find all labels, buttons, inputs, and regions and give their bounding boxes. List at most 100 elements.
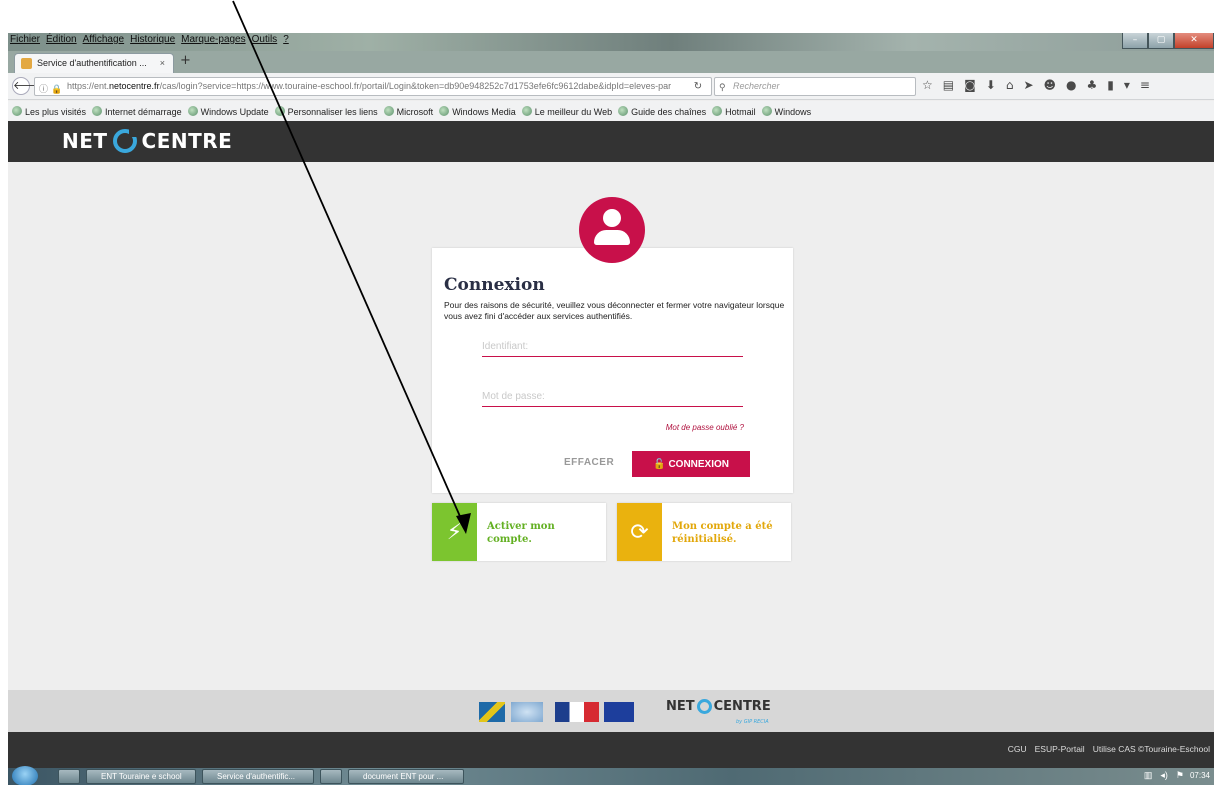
bookmark-globe-icon [521,105,532,116]
european-union-logo [604,702,634,722]
bookmark-star-icon[interactable]: ☆ [922,78,933,92]
bookmark-item[interactable]: Windows [761,105,811,117]
download-icon[interactable]: ⬇ [986,78,996,92]
screenshot: Fichier Édition Affichage Historique Mar… [8,33,1214,785]
new-tab-button[interactable]: + [180,53,191,68]
bookmarks-bar: Les plus visités Internet démarrage Wind… [8,101,1214,121]
url-bar[interactable]: ⓘ 🔒 https://ent.netocentre.fr/cas/login?… [34,77,712,96]
clear-button[interactable]: EFFACER [564,457,614,468]
tray-network-icon[interactable]: ▥ [1144,770,1153,781]
bookmark-item[interactable]: Le meilleur du Web [521,105,612,117]
home-icon[interactable]: ⌂ [1006,78,1014,92]
login-button[interactable]: 🔓 CONNEXION [632,451,750,477]
footer-link-cas[interactable]: Utilise CAS ©Touraine-Eschool [1093,744,1210,754]
taskbar-item[interactable]: ENT Touraine e school [86,769,196,784]
bookmark-globe-icon [383,105,394,116]
logo-power-icon [112,129,137,153]
taskbar-item[interactable]: Service d'authentific... [202,769,314,784]
extension-icon[interactable]: ♣ [1087,78,1098,92]
reading-list-icon[interactable]: ▤ [943,78,954,92]
tab-strip: Service d'authentification ... × + [8,51,1214,73]
password-input[interactable] [482,387,743,407]
search-icon: ⚲ [719,82,726,92]
partners-footer: NET CENTRE by GIP RECIA [8,690,1214,732]
window-titlebar: Fichier Édition Affichage Historique Mar… [8,33,1214,51]
tray-volume-icon[interactable]: ◂) [1160,770,1168,781]
region-centre-logo [479,702,505,722]
back-button[interactable]: 🡐 [12,77,43,95]
menu-fichier[interactable]: Fichier [10,34,40,45]
bookmark-item[interactable]: Windows Update [187,105,269,117]
site-header: NET CENTRE [8,121,1214,162]
bottom-footer: CGU ESUP-Portail Utilise CAS ©Touraine-E… [8,732,1214,768]
menu-marque-pages[interactable]: Marque-pages [181,34,245,45]
hamburger-menu-icon[interactable]: ≡ [1140,78,1150,92]
pocket-icon[interactable]: ◙ [964,78,976,92]
bookmark-item[interactable]: Guide des chaînes [618,105,706,117]
activate-account-label: Activer mon compte. [487,521,555,545]
login-button-label: CONNEXION [668,458,729,470]
lock-icon: 🔓 [652,458,666,470]
close-window-button[interactable]: ✕ [1174,33,1214,49]
send-icon[interactable]: ➤ [1023,78,1033,92]
start-button-icon[interactable] [12,766,38,785]
url-domain: netocentre.fr [109,81,160,91]
taskbar-ie-icon[interactable] [58,769,80,784]
bookmark-item[interactable]: Microsoft [383,105,433,117]
tab-close-icon[interactable]: × [160,54,165,72]
account-reset-button[interactable]: ⟳ Mon compte a été réinitialisé. [617,503,791,561]
refresh-icon: ⟳ [617,503,662,561]
forgot-password-link[interactable]: Mot de passe oublié ? [666,423,744,432]
menu-outils[interactable]: Outils [252,34,278,45]
bookmark-item[interactable]: Les plus visités [12,105,86,117]
reload-icon[interactable]: ↻ [688,77,708,96]
dropdown-icon[interactable]: ▾ [1124,78,1130,92]
info-icon[interactable]: ⓘ [39,81,48,95]
url-path: /cas/login?service=https://www.touraine-… [159,81,672,91]
activate-account-button[interactable]: ⚡ Activer mon compte. [432,503,606,561]
menu-edition[interactable]: Édition [46,34,77,45]
menu-historique[interactable]: Historique [130,34,175,45]
page-content: Connexion Pour des raisons de sécurité, … [8,162,1214,690]
taskbar-clock: 07:34 [1189,771,1210,780]
bookmark-item[interactable]: Personnaliser les liens [274,105,378,117]
netocentre-logo[interactable]: NET CENTRE [62,129,232,153]
avatar-head [603,209,621,227]
search-box[interactable]: ⚲ Rechercher [714,77,916,96]
phone-icon[interactable]: ▮ [1107,78,1114,92]
republique-francaise-logo [555,702,599,722]
minimize-button[interactable]: – [1122,33,1148,49]
bookmark-globe-icon [439,105,450,116]
bookmark-item[interactable]: Hotmail [712,105,756,117]
bookmark-item[interactable]: Internet démarrage [92,105,182,117]
url-prefix: https://ent. [67,81,110,91]
taskbar-item[interactable]: document ENT pour ... [348,769,464,784]
bookmark-globe-icon [92,105,103,116]
browser-tab[interactable]: Service d'authentification ... × [14,53,174,73]
menu-affichage[interactable]: Affichage [83,34,125,45]
logo-text-centre: CENTRE [141,129,233,153]
menu-help[interactable]: ? [283,34,289,45]
toolbar-icons: ☆ ▤ ◙ ⬇ ⌂ ➤ ☻ ● ♣ ▮ ▾ ≡ [922,78,1150,92]
footer-netocentre-logo[interactable]: NET CENTRE [666,699,771,714]
username-input[interactable] [482,337,743,357]
lightning-icon: ⚡ [432,503,477,561]
windows-taskbar: ENT Touraine e school Service d'authenti… [8,766,1214,785]
bookmark-globe-icon [12,105,22,116]
maximize-button[interactable]: ▢ [1148,33,1174,49]
account-reset-label: Mon compte a été réinitialisé. [672,521,773,545]
chat-icon[interactable]: ● [1066,78,1076,92]
bookmark-item[interactable]: Windows Media [439,105,516,117]
tray-flag-icon[interactable]: ⚑ [1176,770,1184,781]
smiley-icon[interactable]: ☻ [1044,78,1057,92]
bookmark-globe-icon [618,105,629,116]
footer-link-esup[interactable]: ESUP-Portail [1035,744,1085,754]
bookmark-globe-icon [712,105,723,116]
lock-icon[interactable]: 🔒 [51,81,62,95]
footer-logo-centre: CENTRE [713,699,771,714]
search-placeholder: Rechercher [733,81,780,91]
academie-logo [511,702,543,722]
taskbar-chrome-icon[interactable] [320,769,342,784]
footer-link-cgu[interactable]: CGU [1008,744,1027,754]
menu-bar: Fichier Édition Affichage Historique Mar… [10,34,289,45]
